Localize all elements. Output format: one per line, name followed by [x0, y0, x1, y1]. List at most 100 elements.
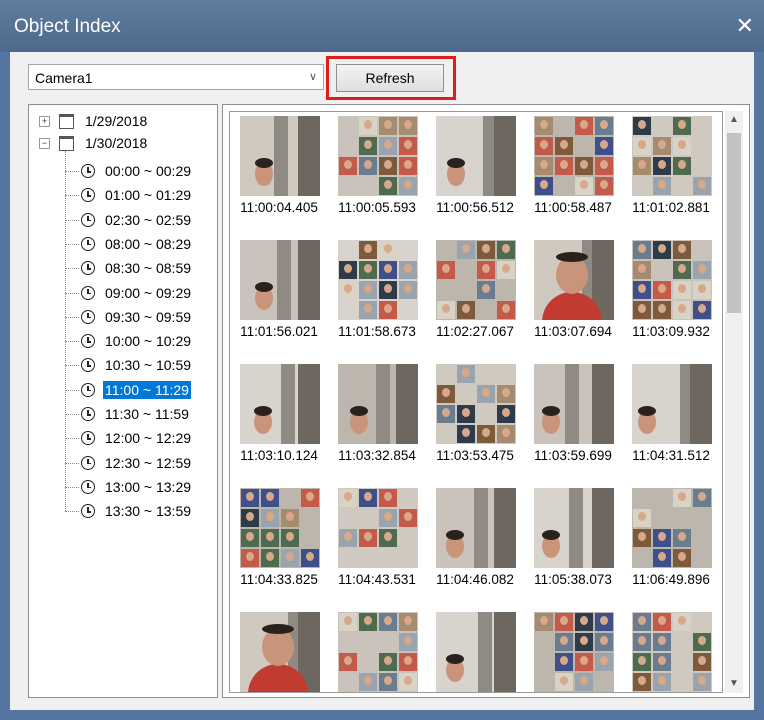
thumbnail-item[interactable]: 11:01:02.881: [622, 112, 720, 236]
camera-dropdown[interactable]: Camera1 ∨: [28, 64, 324, 90]
close-icon[interactable]: ✕: [736, 13, 754, 39]
thumbnail-item[interactable]: 11:04:31.512: [622, 360, 720, 484]
thumbnail-item[interactable]: 11:04:33.825: [230, 484, 328, 608]
thumbnail-face: [638, 120, 646, 129]
thumbnail-item[interactable]: 11:06:49.896: [622, 484, 720, 608]
thumbnail-image[interactable]: [436, 488, 516, 568]
thumbnail-shadow: [592, 488, 614, 568]
thumbnail-image[interactable]: [240, 612, 320, 692]
thumbnail-timestamp: 11:01:02.881: [632, 200, 710, 215]
thumbnail-timestamp: 11:03:59.699: [534, 448, 612, 463]
tree-time-label: 11:30 ~ 11:59: [105, 406, 189, 422]
thumbnail-hair: [446, 654, 464, 664]
thumbnail-item[interactable]: 11:01:56.021: [230, 236, 328, 360]
thumbnail-image[interactable]: [240, 116, 320, 196]
thumbnail-image[interactable]: [632, 240, 712, 320]
thumbnail-image[interactable]: [436, 116, 516, 196]
thumbnail-face: [678, 532, 686, 541]
thumbnail-item[interactable]: 11:00:58.487: [524, 112, 622, 236]
thumbnail-face: [580, 636, 588, 645]
thumbnail-image[interactable]: [632, 116, 712, 196]
thumbnail-image[interactable]: [240, 240, 320, 320]
expand-icon[interactable]: +: [39, 116, 50, 127]
thumbnail-item[interactable]: 11:03:07.694: [524, 236, 622, 360]
thumbnail-image[interactable]: [338, 116, 418, 196]
thumbnail-face: [560, 636, 568, 645]
thumbnail-image[interactable]: [534, 364, 614, 444]
thumbnail-image[interactable]: [436, 364, 516, 444]
tree-connector: [65, 486, 79, 488]
thumbnail-item[interactable]: [426, 608, 524, 692]
thumbnail-face: [246, 512, 254, 521]
thumbnail-image[interactable]: [240, 364, 320, 444]
thumbnail-item[interactable]: 11:03:10.124: [230, 360, 328, 484]
thumbnail-item[interactable]: 11:03:32.854: [328, 360, 426, 484]
tree-connector: [65, 171, 79, 172]
thumbnail-item[interactable]: 11:01:58.673: [328, 236, 426, 360]
thumbnail-face: [404, 140, 412, 149]
thumbnail-face: [678, 140, 686, 149]
thumbnail-face: [404, 676, 412, 685]
thumbnail-item[interactable]: [328, 608, 426, 692]
thumbnail-timestamp: 11:03:09.932: [632, 324, 710, 339]
window-frame-right: [754, 52, 764, 720]
thumbnail-image[interactable]: [436, 612, 516, 692]
thumbnail-face: [364, 532, 372, 541]
thumbnail-image[interactable]: [632, 612, 712, 692]
thumbnail-face: [502, 304, 510, 313]
thumbnail-face: [638, 636, 646, 645]
thumbnail-panel: 11:00:04.405 11:00:05.593 11:00:56.512 11:0…: [222, 104, 750, 698]
thumbnail-image[interactable]: [338, 612, 418, 692]
tree-time-label: 10:30 ~ 10:59: [105, 357, 192, 374]
thumbnail-face: [462, 368, 470, 377]
clock-icon: [81, 164, 95, 178]
clock-icon: [81, 455, 95, 470]
scroll-thumb[interactable]: [727, 133, 741, 313]
thumbnail-item[interactable]: 11:00:04.405: [230, 112, 328, 236]
thumbnail-image[interactable]: [338, 488, 418, 568]
thumbnail-image[interactable]: [338, 364, 418, 444]
thumbnail-face: [540, 180, 548, 189]
thumbnail-item[interactable]: [230, 608, 328, 692]
tree-time-label: 12:30 ~ 12:59: [105, 454, 192, 471]
thumbnail-item[interactable]: 11:03:59.699: [524, 360, 622, 484]
thumbnail-item[interactable]: [524, 608, 622, 692]
chevron-down-icon[interactable]: ∨: [309, 70, 317, 83]
thumbnail-item[interactable]: 11:00:05.593: [328, 112, 426, 236]
clock-icon: [81, 309, 95, 324]
thumbnail-image[interactable]: [436, 240, 516, 320]
thumbnail-image[interactable]: [632, 364, 712, 444]
thumbnail-face: [658, 676, 666, 685]
thumbnail-item[interactable]: [622, 608, 720, 692]
thumbnail-face: [638, 244, 646, 253]
window-frame-left: [0, 52, 10, 720]
thumbnail-image[interactable]: [240, 488, 320, 568]
thumbnail-image[interactable]: [534, 240, 614, 320]
vertical-scrollbar[interactable]: ▲ ▼: [725, 111, 743, 693]
thumbnail-image[interactable]: [632, 488, 712, 568]
thumbnail-face: [462, 304, 470, 313]
thumbnail-face: [658, 160, 666, 169]
refresh-button[interactable]: Refresh: [336, 64, 444, 92]
thumbnail-face: [678, 160, 686, 169]
thumbnail-face: [462, 408, 470, 417]
thumbnail-item[interactable]: 11:00:56.512: [426, 112, 524, 236]
scroll-down-icon[interactable]: ▼: [725, 675, 743, 693]
thumbnail-image[interactable]: [534, 116, 614, 196]
thumbnail-image[interactable]: [534, 612, 614, 692]
thumbnail-face: [384, 180, 392, 189]
thumbnail-item[interactable]: 11:04:43.531: [328, 484, 426, 608]
thumbnail-hair: [542, 406, 560, 416]
thumbnail-face: [384, 160, 392, 169]
thumbnail-item[interactable]: 11:03:53.475: [426, 360, 524, 484]
collapse-icon[interactable]: −: [39, 138, 50, 149]
scroll-up-icon[interactable]: ▲: [725, 111, 743, 129]
thumbnail-item[interactable]: 11:02:27.067: [426, 236, 524, 360]
thumbnail-image[interactable]: [534, 488, 614, 568]
clock-icon: [81, 334, 95, 349]
thumbnail-image[interactable]: [338, 240, 418, 320]
clock-icon: [81, 479, 95, 494]
thumbnail-item[interactable]: 11:03:09.932: [622, 236, 720, 360]
thumbnail-item[interactable]: 11:05:38.073: [524, 484, 622, 608]
thumbnail-item[interactable]: 11:04:46.082: [426, 484, 524, 608]
